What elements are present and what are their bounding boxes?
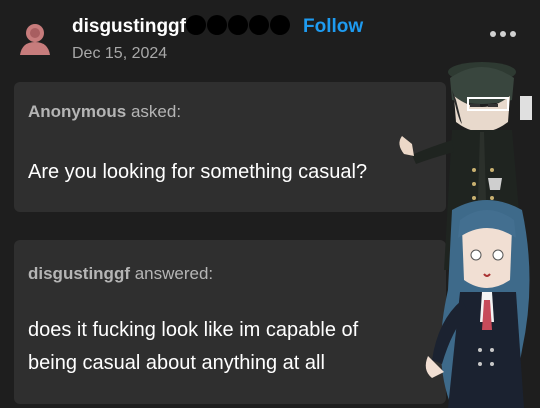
redaction-dot — [207, 15, 227, 35]
answerer-verb: answered: — [134, 264, 214, 283]
answer-text-line1: does it fucking look like im capable of — [28, 319, 359, 341]
more-options-icon[interactable] — [488, 26, 518, 42]
follow-button[interactable]: Follow — [303, 16, 363, 38]
answerer-line: disgustinggf answered: — [28, 264, 213, 284]
asker-name: Anonymous — [28, 102, 127, 121]
blue-hair-character-image — [425, 200, 530, 408]
answer-text-line2: being casual about anything at all — [28, 352, 325, 374]
redaction-dot — [270, 15, 290, 35]
question-text: Are you looking for something casual? — [28, 161, 368, 183]
redaction-dot — [228, 15, 248, 35]
asker-line: Anonymous asked: — [28, 102, 181, 122]
answerer-name[interactable]: disgustinggf — [28, 264, 130, 283]
redaction-dot — [186, 15, 206, 35]
character-stickers — [399, 62, 532, 408]
redacted-dots — [186, 15, 290, 35]
asker-verb: asked: — [130, 102, 182, 121]
question-card: Anonymous asked: Are you looking for som… — [14, 82, 446, 212]
username-link[interactable]: disgustinggf — [72, 16, 186, 38]
post-date: Dec 15, 2024 — [72, 45, 168, 62]
answer-card: disgustinggf answered: does it fucking l… — [14, 240, 446, 404]
avatar[interactable] — [18, 22, 52, 56]
redaction-dot — [249, 15, 269, 35]
